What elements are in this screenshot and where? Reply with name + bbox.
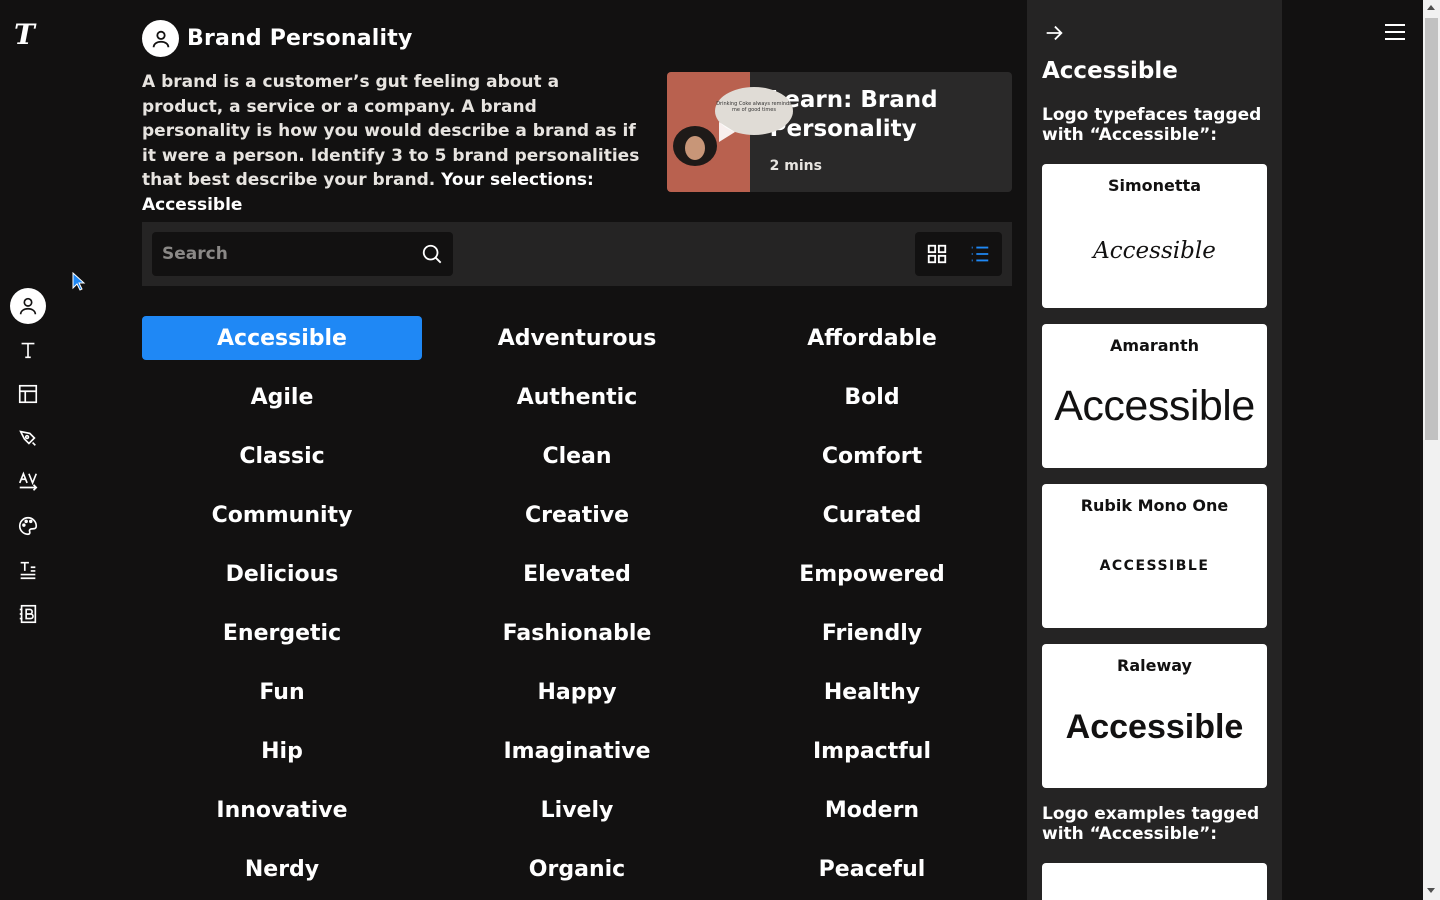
rail-typography-icon[interactable] xyxy=(10,332,46,368)
rail-brand-book-icon[interactable] xyxy=(10,596,46,632)
personality-tag[interactable]: Affordable xyxy=(732,316,1012,360)
personality-tag[interactable]: Agile xyxy=(142,375,422,419)
view-toggle xyxy=(915,232,1002,276)
personality-tag[interactable]: Energetic xyxy=(142,611,422,655)
play-icon[interactable] xyxy=(719,122,735,142)
grid-view-button[interactable] xyxy=(915,232,958,276)
personality-tag[interactable]: Nerdy xyxy=(142,847,422,891)
typeface-name: Simonetta xyxy=(1107,176,1201,195)
typeface-name: Rubik Mono One xyxy=(1080,496,1229,515)
personality-tag[interactable]: Authentic xyxy=(437,375,717,419)
list-icon xyxy=(971,246,988,262)
examples-heading: Logo examples tagged with “Accessible”: xyxy=(1042,804,1260,844)
search-box xyxy=(152,232,453,276)
grid-icon xyxy=(927,244,946,264)
rail-layout-icon[interactable] xyxy=(10,376,46,412)
panel-title: Accessible xyxy=(1042,58,1178,84)
filter-toolbar xyxy=(142,222,1012,286)
personality-tag[interactable]: Empowered xyxy=(732,552,1012,596)
personality-tag[interactable]: Organic xyxy=(437,847,717,891)
page-header: Brand Personality xyxy=(142,20,412,57)
hamburger-menu-icon[interactable] xyxy=(1383,22,1407,42)
left-rail: T xyxy=(0,0,56,900)
personality-tag[interactable]: Curated xyxy=(732,493,1012,537)
rail-pen-tool-icon[interactable] xyxy=(10,420,46,456)
rail-kerning-icon[interactable] xyxy=(10,464,46,500)
personality-tag-grid: Accessible Adventurous Affordable Agile Auth… xyxy=(142,316,1012,891)
personality-tag[interactable]: Peaceful xyxy=(732,847,1012,891)
list-view-button[interactable] xyxy=(958,232,1001,276)
personality-tag[interactable]: Adventurous xyxy=(437,316,717,360)
typeface-sample: Accessible xyxy=(1054,382,1255,430)
video-thumbnail[interactable]: Drinking Coke always reminds me of good … xyxy=(667,72,793,192)
thumbnail-person xyxy=(673,126,717,166)
rail-brand-personality-icon[interactable] xyxy=(10,288,46,324)
typeface-sample: Accessible xyxy=(1065,708,1244,746)
page-scrollbar[interactable] xyxy=(1423,0,1440,900)
personality-tag[interactable]: Innovative xyxy=(142,788,422,832)
typeface-sample: ACCESSIBLE xyxy=(1099,558,1210,574)
scroll-up-arrow-icon[interactable] xyxy=(1427,5,1435,10)
scroll-thumb[interactable] xyxy=(1425,18,1438,440)
personality-tag[interactable]: Comfort xyxy=(732,434,1012,478)
rail-palette-icon[interactable] xyxy=(10,508,46,544)
personality-tag[interactable]: Creative xyxy=(437,493,717,537)
personality-tag[interactable]: Imaginative xyxy=(437,729,717,773)
brand-personality-icon xyxy=(142,20,179,57)
intro-description: A brand is a customer’s gut feeling abou… xyxy=(142,70,642,217)
search-input[interactable] xyxy=(152,232,412,276)
personality-tag[interactable]: Elevated xyxy=(437,552,717,596)
personality-tag[interactable]: Bold xyxy=(732,375,1012,419)
logo-example-card[interactable] xyxy=(1042,863,1267,900)
personality-tag[interactable]: Classic xyxy=(142,434,422,478)
close-panel-arrow-icon[interactable] xyxy=(1043,22,1065,44)
typefaces-heading: Logo typefaces tagged with “Accessible”: xyxy=(1042,105,1262,145)
search-icon[interactable] xyxy=(421,243,443,265)
personality-tag[interactable]: Delicious xyxy=(142,552,422,596)
typeface-card[interactable]: Simonetta Accessible xyxy=(1042,164,1267,308)
typeface-card[interactable]: Amaranth Accessible xyxy=(1042,324,1267,468)
scroll-down-arrow-icon[interactable] xyxy=(1427,888,1435,893)
personality-tag[interactable]: Impactful xyxy=(732,729,1012,773)
personality-tag[interactable]: Friendly xyxy=(732,611,1012,655)
app-logo[interactable]: T xyxy=(14,18,35,51)
rail-text-style-icon[interactable] xyxy=(10,552,46,588)
learn-title: Learn: Brand Personality xyxy=(769,87,938,142)
personality-tag[interactable]: Fun xyxy=(142,670,422,714)
typeface-name: Amaranth xyxy=(1110,336,1199,355)
personality-tag[interactable]: Fashionable xyxy=(437,611,717,655)
detail-panel: Accessible Logo typefaces tagged with “A… xyxy=(1027,0,1282,900)
personality-tag[interactable]: Accessible xyxy=(142,316,422,360)
personality-tag[interactable]: Community xyxy=(142,493,422,537)
typeface-card[interactable]: Raleway Accessible xyxy=(1042,644,1267,788)
typeface-card[interactable]: Rubik Mono One ACCESSIBLE xyxy=(1042,484,1267,628)
typeface-name: Raleway xyxy=(1117,656,1192,675)
learn-duration: 2 mins xyxy=(769,158,822,174)
personality-tag[interactable]: Clean xyxy=(437,434,717,478)
page-title: Brand Personality xyxy=(187,26,413,51)
personality-tag[interactable]: Happy xyxy=(437,670,717,714)
personality-tag[interactable]: Hip xyxy=(142,729,422,773)
personality-tag[interactable]: Lively xyxy=(437,788,717,832)
learn-video-card[interactable]: Drinking Coke always reminds me of good … xyxy=(667,72,1012,192)
mouse-cursor-icon xyxy=(72,272,86,291)
personality-tag[interactable]: Modern xyxy=(732,788,1012,832)
personality-tag[interactable]: Healthy xyxy=(732,670,1012,714)
typeface-sample: Accessible xyxy=(1093,238,1216,264)
